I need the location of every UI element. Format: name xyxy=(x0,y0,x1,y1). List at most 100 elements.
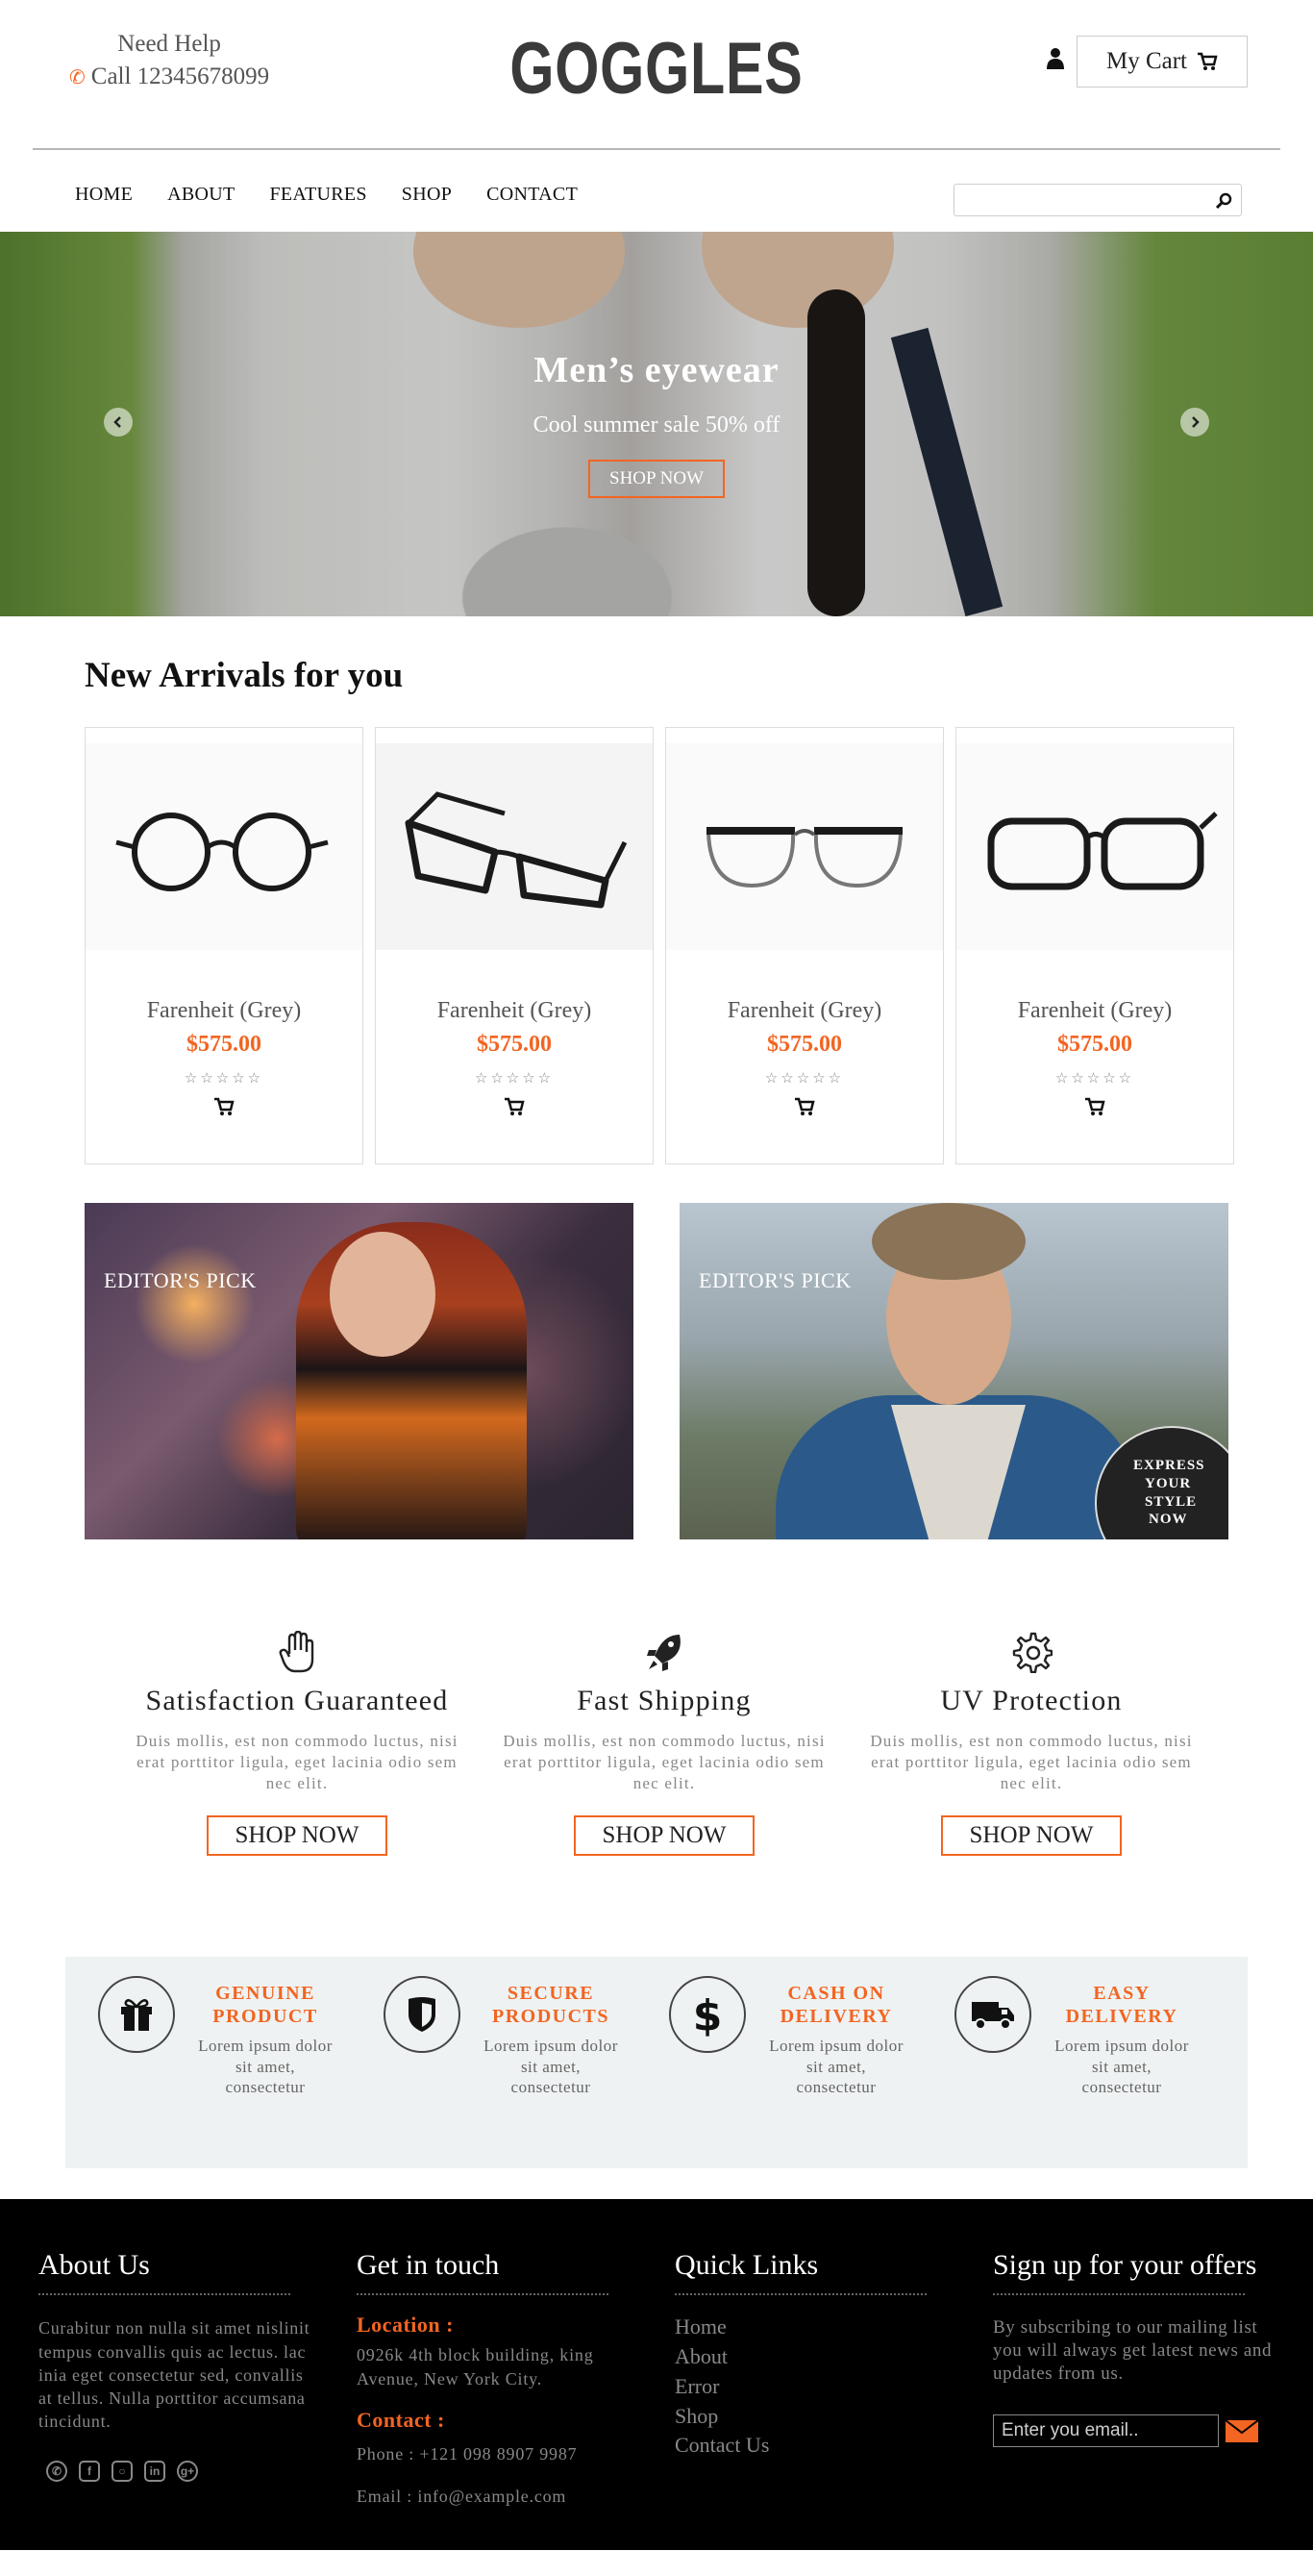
service-title-line: EASY xyxy=(1093,1983,1151,2005)
nav-home[interactable]: HOME xyxy=(75,184,133,206)
feature-desc: Duis mollis, est non commodo luctus, nis… xyxy=(503,1732,826,1793)
email-text[interactable]: Email : info@example.com xyxy=(357,2485,635,2508)
service-title-line: PRODUCT xyxy=(212,2006,318,2028)
product-name[interactable]: Farenheit (Grey) xyxy=(666,998,943,1024)
new-arrivals-title: New Arrivals for you xyxy=(85,656,404,695)
editor-pick-right[interactable]: EDITOR'S PICK EXPRESS YOUR STYLE NOW xyxy=(680,1203,1228,1539)
whatsapp-icon[interactable]: ✆ xyxy=(46,2460,67,2482)
product-card[interactable]: Farenheit (Grey) $575.00 ☆☆☆☆☆ xyxy=(375,727,654,1164)
chevron-left-icon xyxy=(113,416,121,428)
chevron-right-icon xyxy=(1192,416,1200,428)
my-cart-button[interactable]: My Cart xyxy=(1077,36,1248,88)
product-grid: Farenheit (Grey) $575.00 ☆☆☆☆☆ Farenheit… xyxy=(85,727,1313,1164)
product-image[interactable] xyxy=(956,743,1233,950)
footer-signup-title: Sign up for your offers xyxy=(993,2249,1257,2282)
footer-link-home[interactable]: Home xyxy=(675,2313,993,2342)
envelope-icon[interactable] xyxy=(1225,2417,1259,2444)
product-image[interactable] xyxy=(86,743,362,950)
product-image[interactable] xyxy=(666,743,943,950)
product-name[interactable]: Farenheit (Grey) xyxy=(956,998,1233,1024)
product-image[interactable] xyxy=(376,743,653,950)
product-name[interactable]: Farenheit (Grey) xyxy=(376,998,653,1024)
badge-line: YOUR xyxy=(1145,1475,1192,1491)
service-icon-circle: $ xyxy=(669,1976,746,2054)
add-to-cart-icon[interactable] xyxy=(794,1097,815,1116)
feature-satisfaction: Satisfaction Guaranteed Duis mollis, est… xyxy=(113,1631,481,1857)
add-to-cart-icon[interactable] xyxy=(213,1097,235,1116)
gear-icon xyxy=(1012,1632,1053,1673)
nav-contact[interactable]: CONTACT xyxy=(486,184,578,206)
feature-shop-now-button[interactable]: SHOP NOW xyxy=(206,1815,388,1857)
cart-label: My Cart xyxy=(1105,48,1188,74)
footer-about: About Us Curabitur non nulla sit amet ni… xyxy=(38,2249,357,2550)
main-nav: HOME ABOUT FEATURES SHOP CONTACT xyxy=(0,149,1313,232)
user-icon[interactable] xyxy=(1046,46,1065,69)
add-to-cart-icon[interactable] xyxy=(1084,1097,1105,1116)
location-label: Location : xyxy=(357,2313,454,2338)
footer-link-error[interactable]: Error xyxy=(675,2372,993,2402)
product-card[interactable]: Farenheit (Grey) $575.00 ☆☆☆☆☆ xyxy=(665,727,944,1164)
footer-divider xyxy=(357,2293,608,2296)
product-card[interactable]: Farenheit (Grey) $575.00 ☆☆☆☆☆ xyxy=(85,727,363,1164)
feature-title: UV Protection xyxy=(940,1685,1123,1716)
service-genuine: GENUINE PRODUCT Lorem ipsum dolor sit am… xyxy=(98,1976,384,2168)
editor-pick-left[interactable]: EDITOR'S PICK xyxy=(85,1203,633,1539)
footer-link-contact[interactable]: Contact Us xyxy=(675,2431,993,2461)
svg-text:$: $ xyxy=(693,1991,722,2038)
search-icon[interactable] xyxy=(1214,191,1233,211)
service-delivery: EASY DELIVERY Lorem ipsum dolor sit amet… xyxy=(954,1976,1240,2168)
instagram-icon[interactable]: ○ xyxy=(111,2460,133,2482)
product-price: $575.00 xyxy=(767,1032,842,1057)
shield-icon xyxy=(409,1997,435,2033)
linkedin-icon[interactable]: in xyxy=(144,2460,165,2482)
service-icon-circle xyxy=(384,1976,460,2054)
nav-shop[interactable]: SHOP xyxy=(402,184,452,206)
pick-photo-part xyxy=(330,1232,435,1357)
slider-prev-button[interactable] xyxy=(104,408,133,437)
service-title-line: DELIVERY xyxy=(1065,2006,1178,2028)
truck-icon xyxy=(972,2002,1014,2031)
facebook-icon[interactable]: f xyxy=(79,2460,100,2482)
footer-divider xyxy=(993,2293,1245,2296)
badge-line: STYLE xyxy=(1145,1493,1198,1510)
product-name[interactable]: Farenheit (Grey) xyxy=(86,998,362,1024)
nav-features[interactable]: FEATURES xyxy=(269,184,366,206)
footer-signup: Sign up for your offers By subscribing t… xyxy=(993,2249,1311,2550)
phone-text[interactable]: Phone : +121 098 8907 9987 xyxy=(357,2442,635,2465)
footer-links: Quick Links Home About Error Shop Contac… xyxy=(675,2249,993,2550)
footer-divider xyxy=(38,2293,290,2296)
feature-shop-now-button[interactable]: SHOP NOW xyxy=(573,1815,756,1857)
service-icon-circle xyxy=(954,1976,1031,2054)
feature-shop-now-button[interactable]: SHOP NOW xyxy=(940,1815,1123,1857)
service-desc: Lorem ipsum dolor sit amet, consectetur xyxy=(198,2037,333,2096)
banner-subtitle: Cool summer sale 50% off xyxy=(533,413,780,438)
email-field[interactable] xyxy=(993,2413,1219,2447)
service-title-line: GENUINE xyxy=(215,1983,315,2005)
footer-links-title: Quick Links xyxy=(675,2249,819,2282)
glasses-image xyxy=(987,811,1218,889)
service-title: GENUINE PRODUCT xyxy=(198,1982,333,2028)
site-logo[interactable]: GOGGLES xyxy=(144,27,1168,111)
footer-link-shop[interactable]: Shop xyxy=(675,2402,993,2432)
banner-shop-now-button[interactable]: SHOP NOW xyxy=(588,460,725,498)
editor-pick-label: EDITOR'S PICK xyxy=(699,1268,852,1292)
add-to-cart-icon[interactable] xyxy=(504,1097,525,1116)
footer-divider xyxy=(675,2293,927,2296)
slider-next-button[interactable] xyxy=(1180,408,1209,437)
editor-picks: EDITOR'S PICK EDITOR'S PICK EXPRESS YOUR… xyxy=(85,1203,1313,1539)
feature-title: Fast Shipping xyxy=(577,1685,752,1716)
nav-about[interactable]: ABOUT xyxy=(167,184,235,206)
service-secure: SECURE PRODUCTS Lorem ipsum dolor sit am… xyxy=(384,1976,669,2168)
feature-shipping: Fast Shipping Duis mollis, est non commo… xyxy=(481,1631,848,1857)
footer-about-text: Curabitur non nulla sit amet nislinit te… xyxy=(38,2318,310,2432)
search-input[interactable] xyxy=(954,185,1195,215)
footer-link-about[interactable]: About xyxy=(675,2342,993,2372)
product-rating: ☆☆☆☆☆ xyxy=(764,1071,845,1087)
service-desc: Lorem ipsum dolor sit amet, consectetur xyxy=(1054,2037,1189,2096)
feature-desc: Duis mollis, est non commodo luctus, nis… xyxy=(136,1732,458,1793)
site-footer: About Us Curabitur non nulla sit amet ni… xyxy=(0,2199,1313,2551)
cart-icon xyxy=(1198,52,1218,70)
product-rating: ☆☆☆☆☆ xyxy=(1054,1071,1135,1087)
google-plus-icon[interactable]: g+ xyxy=(177,2460,198,2482)
product-card[interactable]: Farenheit (Grey) $575.00 ☆☆☆☆☆ xyxy=(955,727,1234,1164)
